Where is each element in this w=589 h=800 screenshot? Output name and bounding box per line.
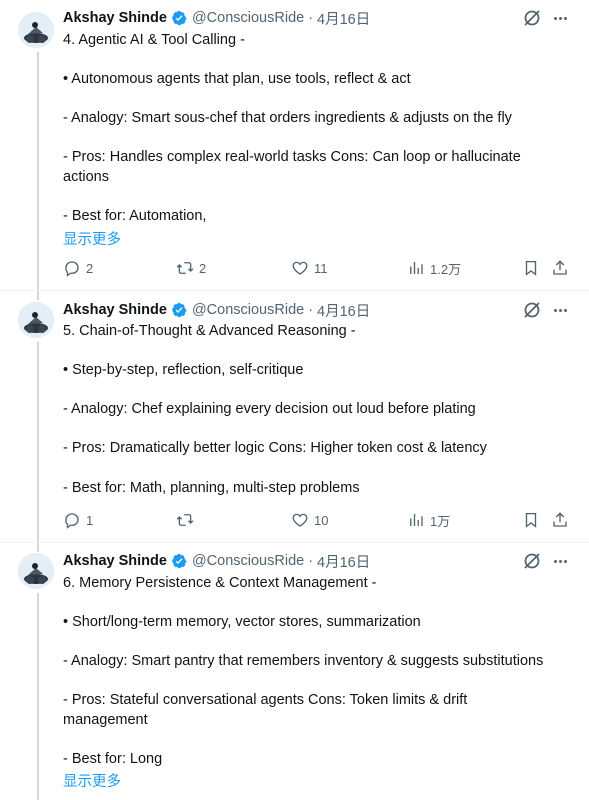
thread-line bbox=[37, 342, 39, 552]
more-icon[interactable] bbox=[550, 551, 570, 571]
grok-icon[interactable] bbox=[522, 551, 542, 571]
bookmark-icon[interactable] bbox=[522, 511, 540, 529]
more-icon[interactable] bbox=[550, 8, 570, 28]
reply-button[interactable]: 2 bbox=[63, 258, 93, 278]
tweet-text-line: actions bbox=[63, 169, 109, 185]
separator-dot: · bbox=[308, 10, 314, 26]
tweet-text-line: - Best for: Long bbox=[63, 751, 163, 767]
tweet-divider bbox=[0, 542, 589, 543]
view-count: 1万 bbox=[430, 513, 451, 529]
share-icon[interactable] bbox=[551, 259, 569, 277]
tweet-text-line: management bbox=[63, 712, 148, 728]
tweet-text-line: - Analogy: Chef explaining every decisio… bbox=[63, 401, 476, 417]
show-more-link[interactable]: 显示更多 bbox=[63, 770, 121, 791]
verified-badge-icon bbox=[172, 302, 187, 318]
reply-button[interactable]: 1 bbox=[63, 510, 93, 530]
tweet-date[interactable]: 4月16日 bbox=[317, 300, 370, 321]
verified-badge-icon bbox=[172, 553, 187, 569]
tweet-text-line: 4. Agentic AI & Tool Calling - bbox=[63, 32, 245, 48]
separator-dot: · bbox=[308, 553, 314, 569]
tweet-text-line: - Pros: Handles complex real-world tasks… bbox=[63, 149, 521, 165]
tweet-text-line: • Autonomous agents that plan, use tools… bbox=[63, 71, 411, 87]
views-icon bbox=[410, 514, 423, 526]
verified-badge-icon bbox=[172, 10, 187, 26]
thread-line bbox=[37, 593, 39, 800]
tweet-text-line: - Pros: Dramatically better logic Cons: … bbox=[63, 440, 487, 456]
tweet-text-line: 6. Memory Persistence & Context Manageme… bbox=[63, 575, 377, 591]
tweet-header: Akshay Shinde @ConsciousRide · 4月16日 bbox=[63, 551, 370, 571]
more-icon[interactable] bbox=[550, 300, 570, 320]
like-count: 11 bbox=[314, 260, 328, 276]
like-button[interactable]: 11 bbox=[291, 258, 328, 278]
tweet-text-line: • Short/long-term memory, vector stores,… bbox=[63, 614, 421, 630]
tweet-header: Akshay Shinde @ConsciousRide · 4月16日 bbox=[63, 300, 370, 320]
avatar[interactable] bbox=[18, 302, 54, 338]
bookmark-icon[interactable] bbox=[522, 259, 540, 277]
avatar[interactable] bbox=[18, 12, 54, 48]
retweet-count: 2 bbox=[199, 260, 207, 276]
tweet-text-line: - Analogy: Smart sous-chef that orders i… bbox=[63, 110, 512, 126]
retweet-icon bbox=[176, 262, 194, 274]
like-icon bbox=[292, 261, 308, 275]
views-button[interactable]: 1.2万 bbox=[407, 258, 461, 278]
share-icon[interactable] bbox=[551, 511, 569, 529]
like-count: 10 bbox=[314, 512, 329, 528]
views-icon bbox=[410, 262, 423, 274]
avatar[interactable] bbox=[18, 553, 54, 589]
reply-icon bbox=[65, 513, 79, 529]
reply-count: 1 bbox=[86, 512, 94, 528]
tweet-header: Akshay Shinde @ConsciousRide · 4月16日 bbox=[63, 8, 370, 28]
tweet-text-line: - Best for: Math, planning, multi-step p… bbox=[63, 480, 360, 496]
author-handle[interactable]: @ConsciousRide bbox=[192, 10, 304, 26]
retweet-button[interactable] bbox=[176, 510, 199, 530]
tweet-text-line: 5. Chain-of-Thought & Advanced Reasoning… bbox=[63, 323, 356, 339]
grok-icon[interactable] bbox=[522, 8, 542, 28]
reply-count: 2 bbox=[86, 260, 94, 276]
tweet-text-line: - Analogy: Smart pantry that remembers i… bbox=[63, 653, 544, 669]
tweet-text-line: • Step-by-step, reflection, self-critiqu… bbox=[63, 362, 304, 378]
author-handle[interactable]: @ConsciousRide bbox=[192, 302, 304, 318]
separator-dot: · bbox=[308, 302, 314, 318]
author-handle[interactable]: @ConsciousRide bbox=[192, 553, 304, 569]
view-count: 1.2万 bbox=[430, 261, 462, 277]
author-name[interactable]: Akshay Shinde bbox=[63, 553, 167, 569]
retweet-icon bbox=[176, 514, 194, 526]
views-button[interactable]: 1万 bbox=[407, 510, 450, 530]
show-more-link[interactable]: 显示更多 bbox=[63, 228, 121, 249]
author-name[interactable]: Akshay Shinde bbox=[63, 302, 167, 318]
retweet-button[interactable]: 2 bbox=[176, 258, 206, 278]
tweet-text-line: - Pros: Stateful conversational agents C… bbox=[63, 692, 468, 708]
like-icon bbox=[292, 513, 308, 527]
thread-line bbox=[37, 52, 39, 300]
grok-icon[interactable] bbox=[522, 300, 542, 320]
tweet-date[interactable]: 4月16日 bbox=[317, 551, 370, 572]
tweet-text-line: - Best for: Automation, bbox=[63, 208, 207, 224]
author-name[interactable]: Akshay Shinde bbox=[63, 10, 167, 26]
reply-icon bbox=[65, 261, 79, 277]
like-button[interactable]: 10 bbox=[291, 510, 328, 530]
tweet-date[interactable]: 4月16日 bbox=[317, 8, 370, 29]
tweet-divider bbox=[0, 290, 589, 291]
